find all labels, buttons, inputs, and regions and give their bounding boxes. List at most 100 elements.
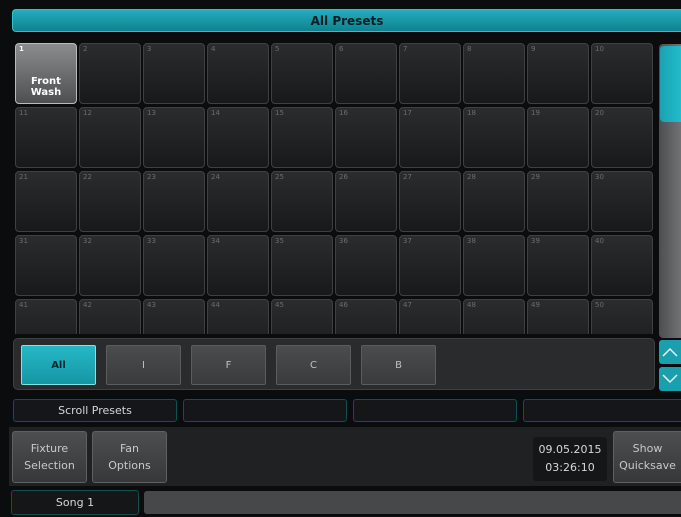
preset-tile-44[interactable]: 44: [207, 299, 269, 334]
preset-tile-43[interactable]: 43: [143, 299, 205, 334]
preset-tile-5[interactable]: 5: [271, 43, 333, 104]
preset-tile-10[interactable]: 10: [591, 43, 653, 104]
encoder-label-3[interactable]: [353, 399, 517, 422]
filter-focus-button[interactable]: F: [191, 345, 266, 385]
clock-display: 09.05.2015 03:26:10: [533, 437, 607, 481]
preset-tile-36[interactable]: 36: [335, 235, 397, 296]
preset-tile-2[interactable]: 2: [79, 43, 141, 104]
preset-tile-38[interactable]: 38: [463, 235, 525, 296]
show-quicksave-button[interactable]: Show Quicksave: [613, 431, 681, 483]
preset-tile-7[interactable]: 7: [399, 43, 461, 104]
preset-tile-15[interactable]: 15: [271, 107, 333, 168]
preset-tile-22[interactable]: 22: [79, 171, 141, 232]
preset-tile-30[interactable]: 30: [591, 171, 653, 232]
preset-tile-4[interactable]: 4: [207, 43, 269, 104]
preset-tile-40[interactable]: 40: [591, 235, 653, 296]
chevron-down-icon: [662, 374, 678, 384]
filter-colour-button[interactable]: C: [276, 345, 351, 385]
preset-tile-33[interactable]: 33: [143, 235, 205, 296]
preset-number: 22: [83, 173, 92, 181]
preset-tile-25[interactable]: 25: [271, 171, 333, 232]
preset-number: 5: [275, 45, 280, 53]
preset-grid: 1 Front Wash 2 3 4 5 6 7 8 9 10 11 12 13 14 15 16 17 18 19 2…: [12, 40, 654, 334]
preset-number: 35: [275, 237, 284, 245]
preset-tile-41[interactable]: 41: [15, 299, 77, 334]
preset-tile-45[interactable]: 45: [271, 299, 333, 334]
song-selector[interactable]: Song 1: [11, 490, 139, 515]
filter-all-button[interactable]: All: [21, 345, 96, 385]
preset-tile-6[interactable]: 6: [335, 43, 397, 104]
preset-number: 47: [403, 301, 412, 309]
preset-tile-49[interactable]: 49: [527, 299, 589, 334]
preset-number: 42: [83, 301, 92, 309]
preset-scrollbar-thumb[interactable]: [660, 46, 681, 122]
preset-tile-37[interactable]: 37: [399, 235, 461, 296]
preset-number: 8: [467, 45, 472, 53]
preset-tile-1[interactable]: 1 Front Wash: [15, 43, 77, 104]
preset-number: 38: [467, 237, 476, 245]
preset-tile-19[interactable]: 19: [527, 107, 589, 168]
preset-number: 39: [531, 237, 540, 245]
fan-options-button[interactable]: Fan Options: [92, 431, 167, 483]
encoder-label-4[interactable]: [523, 399, 681, 422]
filter-beam-label: B: [395, 359, 402, 371]
preset-number: 4: [211, 45, 216, 53]
clock-date: 09.05.2015: [538, 443, 602, 456]
preset-tile-42[interactable]: 42: [79, 299, 141, 334]
preset-tile-50[interactable]: 50: [591, 299, 653, 334]
preset-tile-29[interactable]: 29: [527, 171, 589, 232]
preset-number: 30: [595, 173, 604, 181]
preset-tile-16[interactable]: 16: [335, 107, 397, 168]
preset-number: 37: [403, 237, 412, 245]
song-status-bar: [144, 491, 681, 514]
preset-tile-18[interactable]: 18: [463, 107, 525, 168]
fan-options-label: Fan Options: [108, 442, 151, 472]
preset-tile-9[interactable]: 9: [527, 43, 589, 104]
preset-tile-46[interactable]: 46: [335, 299, 397, 334]
preset-tile-13[interactable]: 13: [143, 107, 205, 168]
preset-number: 46: [339, 301, 348, 309]
filter-bar: All I F C B: [13, 338, 655, 390]
scroll-down-button[interactable]: [659, 367, 681, 391]
preset-name: Front Wash: [30, 76, 62, 98]
preset-tile-11[interactable]: 11: [15, 107, 77, 168]
filter-intensity-label: I: [142, 359, 145, 371]
preset-tile-21[interactable]: 21: [15, 171, 77, 232]
preset-tile-27[interactable]: 27: [399, 171, 461, 232]
preset-number: 32: [83, 237, 92, 245]
preset-tile-35[interactable]: 35: [271, 235, 333, 296]
window-title-bar: All Presets: [12, 9, 681, 32]
preset-tile-12[interactable]: 12: [79, 107, 141, 168]
preset-tile-39[interactable]: 39: [527, 235, 589, 296]
preset-number: 40: [595, 237, 604, 245]
fixture-selection-button[interactable]: Fixture Selection: [12, 431, 87, 483]
preset-tile-14[interactable]: 14: [207, 107, 269, 168]
filter-beam-button[interactable]: B: [361, 345, 436, 385]
preset-tile-8[interactable]: 8: [463, 43, 525, 104]
preset-tile-17[interactable]: 17: [399, 107, 461, 168]
preset-tile-20[interactable]: 20: [591, 107, 653, 168]
preset-tile-32[interactable]: 32: [79, 235, 141, 296]
preset-tile-23[interactable]: 23: [143, 171, 205, 232]
preset-number: 48: [467, 301, 476, 309]
preset-number: 50: [595, 301, 604, 309]
scroll-up-button[interactable]: [659, 340, 681, 364]
preset-number: 21: [19, 173, 28, 181]
preset-tile-26[interactable]: 26: [335, 171, 397, 232]
preset-tile-28[interactable]: 28: [463, 171, 525, 232]
preset-tile-3[interactable]: 3: [143, 43, 205, 104]
preset-number: 23: [147, 173, 156, 181]
preset-number: 31: [19, 237, 28, 245]
encoder-label-2[interactable]: [183, 399, 347, 422]
preset-tile-24[interactable]: 24: [207, 171, 269, 232]
preset-number: 36: [339, 237, 348, 245]
encoder-label-scroll-presets[interactable]: Scroll Presets: [13, 399, 177, 422]
preset-tile-34[interactable]: 34: [207, 235, 269, 296]
preset-tile-48[interactable]: 48: [463, 299, 525, 334]
preset-tile-31[interactable]: 31: [15, 235, 77, 296]
filter-intensity-button[interactable]: I: [106, 345, 181, 385]
preset-number: 43: [147, 301, 156, 309]
show-quicksave-label: Show Quicksave: [619, 442, 676, 472]
preset-number: 18: [467, 109, 476, 117]
preset-tile-47[interactable]: 47: [399, 299, 461, 334]
